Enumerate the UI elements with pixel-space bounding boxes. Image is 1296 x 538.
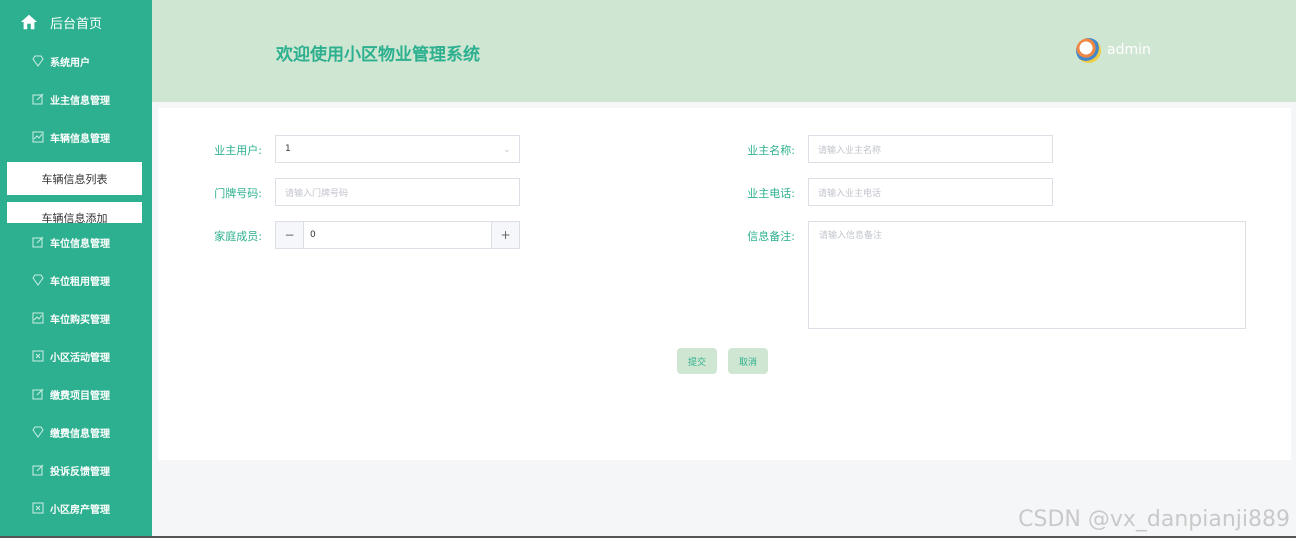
submenu-item-vehicle-add[interactable]: 车辆信息添加 [7,202,142,223]
owner-phone-placeholder: 请输入业主电话 [818,188,882,199]
form-panel: 业主用户: 1 ⌄ 业主名称: 请输入业主名称 门牌号码: 请输入门牌号码 业主… [158,108,1291,460]
family-label: 家庭成员: [214,230,262,243]
owner-user-select[interactable]: 1 ⌄ [275,135,520,163]
decrement-button[interactable]: − [276,222,304,248]
edit-icon [32,464,44,476]
submit-button[interactable]: 提交 [677,348,717,374]
sidebar-item-property[interactable]: 小区房产管理 [0,489,152,527]
gem-icon [32,55,44,67]
door-no-input[interactable]: 请输入门牌号码 [275,178,520,206]
sidebar-item-fee-items[interactable]: 缴费项目管理 [0,375,152,413]
chart-icon [32,131,44,143]
chevron-down-icon: ⌄ [503,145,511,155]
sidebar-item-label: 车位租用管理 [50,276,110,288]
remark-label: 信息备注: [747,230,795,243]
owner-name-input[interactable]: 请输入业主名称 [808,135,1053,163]
sidebar-item-label: 车位购买管理 [50,314,110,326]
doc-icon [32,502,44,514]
sidebar-item-label: 缴费项目管理 [50,390,110,402]
sidebar-home-label: 后台首页 [50,16,103,32]
sidebar-item-parking-info[interactable]: 车位信息管理 [0,223,152,261]
sidebar-item-label: 车位信息管理 [50,238,110,250]
owner-name-placeholder: 请输入业主名称 [818,145,882,156]
family-value: 0 [310,230,316,240]
sidebar-item-label: 车辆信息管理 [50,133,110,145]
submenu-item-label: 车辆信息列表 [41,172,108,186]
sidebar-item-system-users[interactable]: 系统用户 [0,42,152,80]
sidebar-item-label: 业主信息管理 [50,95,110,107]
family-stepper[interactable]: − 0 + [275,221,520,249]
owner-name-label: 业主名称: [747,144,795,157]
sidebar-item-fee-info[interactable]: 缴费信息管理 [0,413,152,451]
remark-textarea[interactable]: 请输入信息备注 [808,221,1246,329]
chart-icon [32,312,44,324]
watermark: CSDN @vx_danpianji889 [1018,507,1290,532]
header: 欢迎使用小区物业管理系统 admin [152,0,1296,102]
sidebar-home[interactable]: 后台首页 [0,0,152,44]
avatar[interactable] [1076,38,1101,63]
sidebar-item-label: 缴费信息管理 [50,428,110,440]
gem-icon [32,426,44,438]
doc-icon [32,350,44,362]
door-no-label: 门牌号码: [214,187,262,200]
sidebar-item-label: 系统用户 [50,57,90,69]
owner-phone-input[interactable]: 请输入业主电话 [808,178,1053,206]
remark-placeholder: 请输入信息备注 [819,231,883,241]
gem-icon [32,274,44,286]
sidebar: 后台首页 系统用户 业主信息管理 车辆信息管理 车辆信息列表 车辆信息添加 车位… [0,0,152,538]
edit-icon [32,93,44,105]
door-no-placeholder: 请输入门牌号码 [285,188,349,199]
sidebar-item-owner-info[interactable]: 业主信息管理 [0,80,152,118]
sidebar-item-parking-buy[interactable]: 车位购买管理 [0,299,152,337]
owner-user-value: 1 [285,144,291,154]
sidebar-item-label: 小区房产管理 [50,504,110,516]
home-icon [20,14,38,30]
submenu-item-label: 车辆信息添加 [41,212,108,223]
submenu-item-vehicle-list[interactable]: 车辆信息列表 [7,162,142,195]
sidebar-item-complaints[interactable]: 投诉反馈管理 [0,451,152,489]
sidebar-item-label: 小区活动管理 [50,352,110,364]
owner-phone-label: 业主电话: [747,187,795,200]
sidebar-item-label: 投诉反馈管理 [50,466,110,478]
sidebar-item-parking-rent[interactable]: 车位租用管理 [0,261,152,299]
username[interactable]: admin [1107,42,1151,58]
edit-icon [32,236,44,248]
owner-user-label: 业主用户: [214,144,262,157]
page-title: 欢迎使用小区物业管理系统 [276,45,480,65]
cancel-button[interactable]: 取消 [728,348,768,374]
vehicle-submenu: 车辆信息列表 车辆信息添加 [0,153,152,223]
edit-icon [32,388,44,400]
sidebar-item-vehicle-info[interactable]: 车辆信息管理 [0,118,152,156]
sidebar-item-community-activity[interactable]: 小区活动管理 [0,337,152,375]
increment-button[interactable]: + [491,222,519,248]
